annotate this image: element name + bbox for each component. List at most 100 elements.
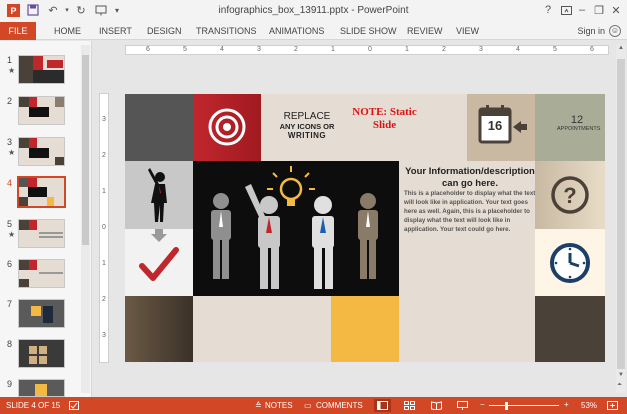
tab-animations[interactable]: ANIMATIONS <box>269 26 324 36</box>
ruler-tick: 2 <box>102 296 106 303</box>
proofing-icon[interactable] <box>69 401 79 412</box>
slide-thumbnail-7[interactable] <box>18 299 65 328</box>
fit-to-window-button[interactable] <box>607 401 618 412</box>
static-slide-note: NOTE: Static Slide <box>347 106 422 132</box>
animation-star-icon: ★ <box>8 66 16 75</box>
thumbnails-scrollbar-thumb[interactable] <box>82 55 89 245</box>
tab-review[interactable]: REVIEW <box>407 26 443 36</box>
ruler-tick: 0 <box>368 46 372 53</box>
thumbnails-scrollbar[interactable] <box>81 45 90 393</box>
slide-canvas[interactable]: REPLACE ANY ICONS OR WRITING NOTE: Stati… <box>125 94 605 362</box>
slide-indicator: SLIDE 4 OF 15 <box>6 401 61 410</box>
comments-button[interactable]: COMMENTS <box>316 401 363 410</box>
ruler-tick: 1 <box>102 260 106 267</box>
thumbnail-number: 5 <box>7 219 13 229</box>
normal-view-button[interactable] <box>374 399 391 412</box>
slide-thumbnail-4[interactable] <box>17 176 66 208</box>
ribbon-display-options-icon[interactable] <box>558 2 574 18</box>
calendar-tile: 16 <box>467 94 535 161</box>
slide-thumbnail-3[interactable] <box>18 137 65 166</box>
tab-design[interactable]: DESIGN <box>147 26 182 36</box>
clock-icon <box>550 243 590 283</box>
dark-brown-tile <box>125 296 193 362</box>
ruler-tick: 4 <box>516 46 520 53</box>
minimize-button[interactable]: – <box>574 2 590 18</box>
svg-text:?: ? <box>563 183 576 208</box>
editor-scrollbar-thumb[interactable] <box>617 59 625 369</box>
slide-thumbnail-8[interactable] <box>18 339 65 368</box>
thumbnail-number: 2 <box>7 96 13 106</box>
ruler-tick: 6 <box>590 46 594 53</box>
replace-line-1: REPLACE <box>283 111 331 122</box>
ruler-tick: 1 <box>331 46 335 53</box>
tab-view[interactable]: VIEW <box>456 26 479 36</box>
target-tile <box>193 94 261 161</box>
title-bar: P ↶ ▾ ↻ ▾ infographics_box_13911.pptx - … <box>0 0 627 22</box>
appointments-count: 12 <box>570 114 584 126</box>
help-button[interactable]: ? <box>540 2 556 18</box>
editor-vertical-scrollbar[interactable]: ▲ ▼ ⏶ <box>616 45 626 393</box>
slide-thumbnail-9[interactable] <box>18 379 65 397</box>
ruler-tick: 3 <box>102 116 106 123</box>
ruler-tick: 3 <box>257 46 261 53</box>
restore-button[interactable]: ❐ <box>591 2 607 18</box>
slide-thumbnails-pane: 1 ★ 2 3 ★ 4 5 ★ 6 7 8 9 <box>0 41 92 397</box>
slide-editor: 6 5 4 3 2 1 0 1 2 3 4 5 6 3 2 1 0 1 2 3 <box>93 41 627 397</box>
tab-home[interactable]: HOME <box>54 26 81 36</box>
replace-text: REPLACE ANY ICONS OR WRITING <box>272 111 342 140</box>
sign-in-link[interactable]: Sign in <box>577 26 605 36</box>
slide-thumbnail-1[interactable] <box>18 55 65 84</box>
dark-tile <box>535 296 605 362</box>
status-bar: SLIDE 4 OF 15 ≙ NOTES ▭ COMMENTS − + 53% <box>0 397 627 414</box>
zoom-level[interactable]: 53% <box>581 401 597 410</box>
ruler-tick: 6 <box>146 46 150 53</box>
thumbnail-number: 6 <box>7 259 13 269</box>
notes-icon[interactable]: ≙ <box>255 401 262 410</box>
zoom-in-button[interactable]: + <box>564 400 569 409</box>
zoom-out-button[interactable]: − <box>480 400 485 409</box>
slide-show-button[interactable] <box>457 401 468 412</box>
ruler-tick: 4 <box>220 46 224 53</box>
ruler-tick: 1 <box>102 188 106 195</box>
zoom-slider-handle[interactable] <box>504 402 508 410</box>
vertical-ruler: 3 2 1 0 1 2 3 <box>99 93 109 363</box>
ruler-tick: 3 <box>102 332 106 339</box>
scroll-down-icon[interactable]: ▼ <box>618 372 624 378</box>
ribbon-tabs: FILE HOME INSERT DESIGN TRANSITIONS ANIM… <box>0 22 627 40</box>
gold-tile <box>331 296 399 362</box>
slide-thumbnail-2[interactable] <box>18 96 65 125</box>
checkmark-icon <box>139 247 179 281</box>
thumbnail-number: 3 <box>7 137 13 147</box>
thumbnail-number: 7 <box>7 299 13 309</box>
ruler-tick: 1 <box>405 46 409 53</box>
tab-slide-show[interactable]: SLIDE SHOW <box>340 26 397 36</box>
slide-thumbnail-6[interactable] <box>18 259 65 288</box>
ruler-tick: 0 <box>102 224 106 231</box>
previous-slide-icon[interactable]: ⏶ <box>617 382 622 389</box>
beige-tile <box>399 296 535 362</box>
scroll-up-icon[interactable]: ▲ <box>618 45 624 51</box>
close-button[interactable]: ✕ <box>608 2 624 18</box>
horizontal-ruler: 6 5 4 3 2 1 0 1 2 3 4 5 6 <box>125 45 609 55</box>
reading-view-button[interactable] <box>431 401 442 412</box>
clock-tile <box>535 229 605 296</box>
question-tile: ? <box>535 161 605 229</box>
slide-sorter-button[interactable] <box>404 401 415 412</box>
beige-tile <box>193 296 331 362</box>
appointments-text: 12 APPOINTMENTS <box>557 114 600 132</box>
tab-file[interactable]: FILE <box>0 22 36 40</box>
replace-line-2: ANY ICONS OR <box>279 121 335 131</box>
slide-thumbnail-5[interactable] <box>18 219 65 248</box>
team-lightbulb-icon <box>211 166 378 289</box>
info-body: This is a placeholder to display what th… <box>404 190 536 233</box>
note-line-2: Slide <box>372 119 397 132</box>
zoom-slider-track[interactable] <box>489 405 559 406</box>
tab-transitions[interactable]: TRANSITIONS <box>196 26 257 36</box>
comments-icon[interactable]: ▭ <box>304 401 312 410</box>
tab-insert[interactable]: INSERT <box>99 26 132 36</box>
feedback-smiley-icon[interactable]: ☺ <box>609 25 621 37</box>
notes-button[interactable]: NOTES <box>265 401 293 410</box>
target-icon <box>208 108 246 146</box>
animation-star-icon: ★ <box>8 230 16 239</box>
arrow-down-icon <box>151 229 167 242</box>
